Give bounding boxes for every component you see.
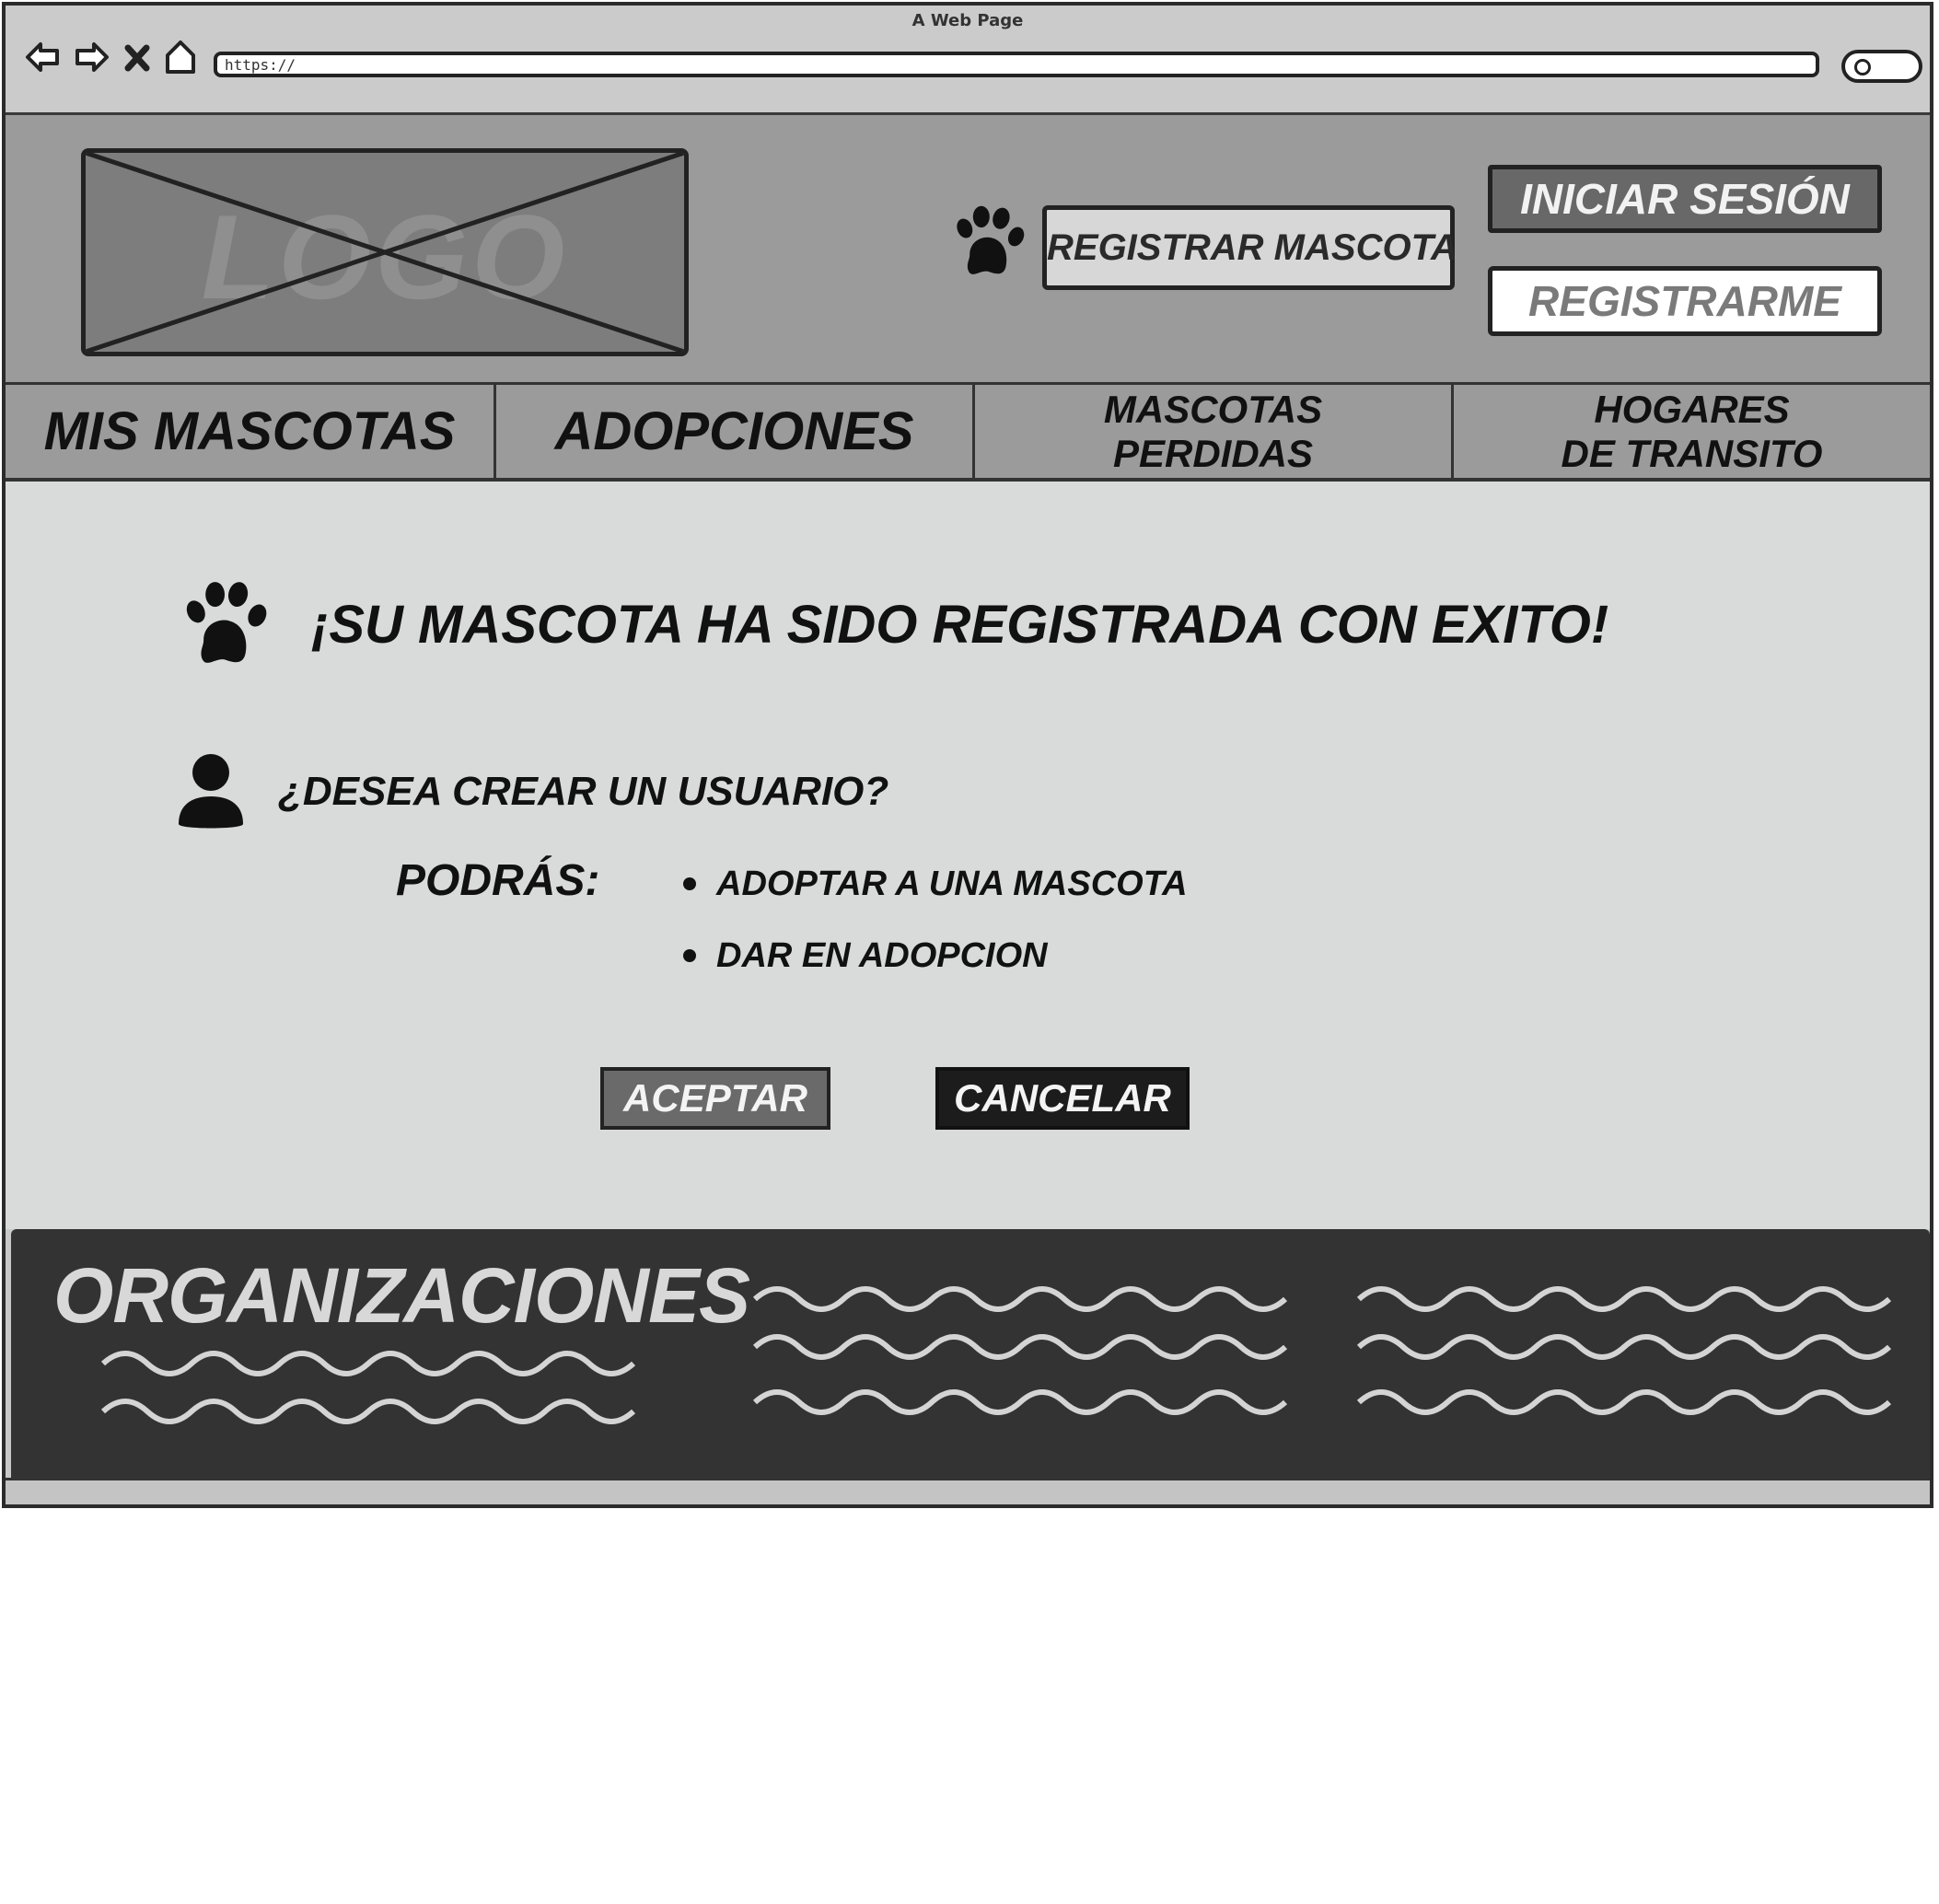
placeholder-text-lines	[753, 1286, 1287, 1415]
list-item: ADOPTAR A UNA MASCOTA	[679, 861, 1188, 933]
footer-title: ORGANIZACIONES	[53, 1252, 750, 1339]
browser-nav-icons	[24, 39, 197, 82]
placeholder-cross-icon	[86, 153, 684, 352]
benefits-label: PODRÁS:	[396, 856, 600, 905]
benefits-list: ADOPTAR A UNA MASCOTA DAR EN ADOPCION	[679, 861, 1188, 1004]
main-content: ¡SU MASCOTA HA SIDO REGISTRADA CON EXITO…	[6, 482, 1930, 1229]
url-bar[interactable]: https://	[214, 52, 1819, 77]
cancel-button[interactable]: CANCELAR	[935, 1067, 1190, 1130]
browser-chrome: A Web Page https://	[6, 6, 1930, 115]
tab-label-line2: DE TRANSITO	[1561, 431, 1823, 475]
tab-label: MIS MASCOTAS	[43, 401, 456, 461]
paw-icon	[186, 582, 267, 663]
tab-label-line1: HOGARES	[1594, 387, 1790, 431]
list-item: DAR EN ADOPCION	[679, 933, 1188, 1004]
success-message: ¡SU MASCOTA HA SIDO REGISTRADA CON EXITO…	[311, 595, 1609, 655]
browser-window: A Web Page https:// LOGO REGISTRAR MASCO…	[2, 2, 1933, 1508]
register-pet-button[interactable]: REGISTRAR MASCOTA	[1042, 205, 1457, 290]
tab-label: ADOPCIONES	[554, 401, 914, 461]
tab-mascotas-perdidas[interactable]: MASCOTAS PERDIDAS	[972, 385, 1451, 478]
window-title: A Web Page	[911, 11, 1024, 30]
browser-status-bar	[6, 1478, 1930, 1504]
site-footer: ORGANIZACIONES	[11, 1229, 1930, 1478]
main-nav: MIS MASCOTAS ADOPCIONES MASCOTAS PERDIDA…	[6, 382, 1930, 482]
close-icon[interactable]	[123, 39, 151, 82]
tab-adopciones[interactable]: ADOPCIONES	[493, 385, 972, 478]
url-text: https://	[225, 56, 296, 74]
paw-icon	[957, 205, 1025, 274]
placeholder-text-lines	[101, 1351, 635, 1424]
user-icon	[179, 754, 243, 829]
home-icon[interactable]	[164, 39, 197, 82]
search-icon	[1854, 59, 1871, 75]
back-icon[interactable]	[24, 39, 61, 82]
site-header: LOGO REGISTRAR MASCOTA INICIAR SESIÓN RE…	[6, 115, 1930, 382]
forward-icon[interactable]	[74, 39, 110, 82]
accept-button[interactable]: ACEPTAR	[600, 1067, 830, 1130]
logo-placeholder[interactable]: LOGO	[81, 148, 689, 356]
tab-hogares-de-transito[interactable]: HOGARES DE TRANSITO	[1451, 385, 1930, 478]
browser-search-button[interactable]	[1841, 50, 1922, 83]
tab-label-line1: MASCOTAS	[1103, 387, 1323, 431]
placeholder-text-lines	[1357, 1286, 1891, 1415]
login-button[interactable]: INICIAR SESIÓN	[1488, 165, 1882, 233]
tab-label-line2: PERDIDAS	[1112, 431, 1314, 475]
create-user-question: ¿DESEA CREAR UN USUARIO?	[278, 769, 889, 814]
signup-button[interactable]: REGISTRARME	[1488, 266, 1882, 336]
tab-mis-mascotas[interactable]: MIS MASCOTAS	[6, 385, 493, 478]
